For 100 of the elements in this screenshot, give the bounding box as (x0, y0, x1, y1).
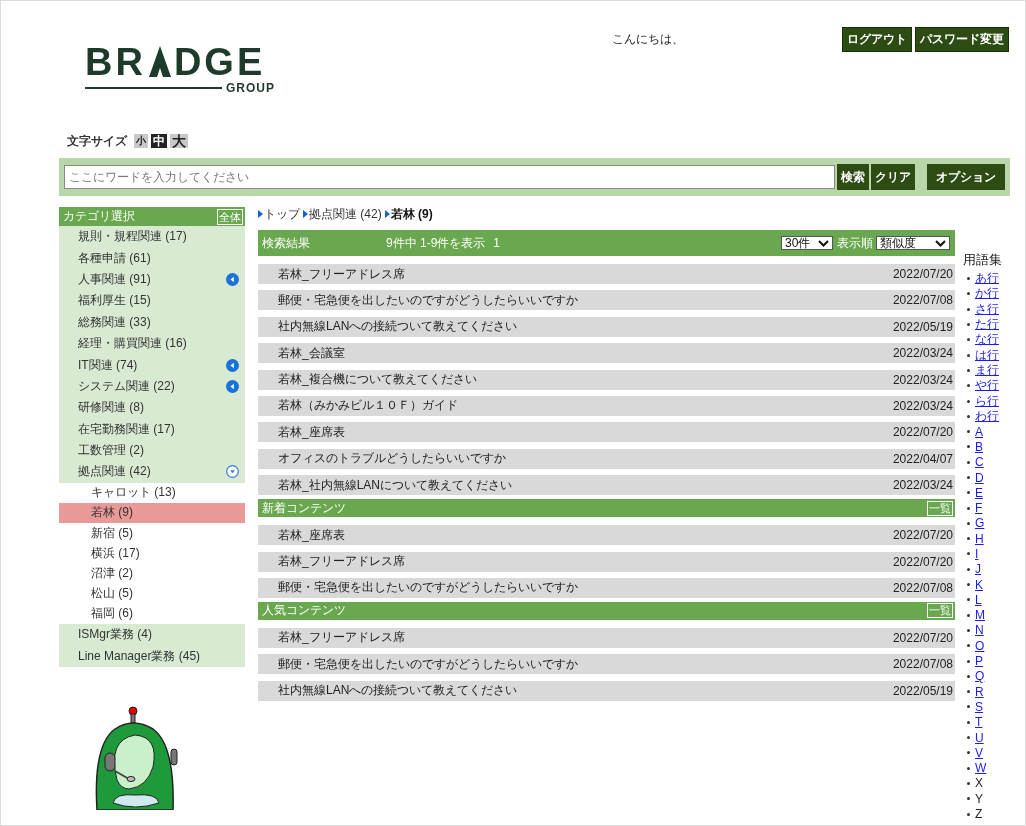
result-row[interactable]: 若林_フリーアドレス席 2022/07/20 (258, 551, 955, 572)
result-row[interactable]: 若林_会議室 2022/03/24 (258, 343, 955, 364)
category-label: 人事関連 (91) (78, 270, 151, 288)
font-size-option[interactable]: 小 (134, 134, 148, 148)
glossary-link[interactable]: た行 (975, 316, 999, 334)
glossary-link[interactable]: K (975, 577, 983, 592)
result-row[interactable]: 社内無線LANへの接続ついて教えてください 2022/05/19 (258, 680, 955, 701)
category-item[interactable]: 拠点関連 (42) (59, 461, 245, 483)
glossary-link[interactable]: わ行 (975, 407, 999, 425)
category-item[interactable]: ISMgr業務 (4) (59, 624, 245, 646)
subcategory-item[interactable]: 若林 (9) (59, 502, 245, 524)
glossary-link[interactable]: ま行 (975, 361, 999, 379)
glossary-link[interactable]: J (975, 562, 981, 577)
glossary-link[interactable]: か行 (975, 285, 999, 303)
glossary-link[interactable]: は行 (975, 346, 999, 364)
glossary-link[interactable]: L (975, 592, 982, 607)
result-row[interactable]: 郵便・宅急便を出したいのですがどうしたらいいですか 2022/07/08 (258, 577, 955, 598)
glossary-link[interactable]: B (975, 439, 983, 454)
glossary-link[interactable]: F (975, 501, 983, 516)
glossary-link[interactable]: や行 (975, 377, 999, 395)
category-item[interactable]: システム関連 (22) (59, 375, 245, 398)
expand-toggle-icon[interactable] (226, 358, 239, 372)
glossary-link[interactable]: R (975, 684, 984, 699)
row-date: 2022/04/07 (892, 451, 953, 466)
greeting-text: こんにちは、 (612, 30, 684, 48)
font-size-label: 文字サイズ (67, 132, 127, 150)
row-date: 2022/07/20 (892, 425, 953, 440)
row-date: 2022/03/24 (892, 478, 953, 493)
font-size-option[interactable]: 大 (170, 134, 188, 148)
sort-select[interactable]: 類似度 (876, 236, 950, 250)
category-item[interactable]: 経理・購買関連 (16) (59, 332, 245, 355)
result-row[interactable]: 若林_フリーアドレス席 2022/07/20 (258, 264, 955, 284)
result-row[interactable]: 郵便・宅急便を出したいのですがどうしたらいいですか 2022/07/08 (258, 290, 955, 311)
glossary-link[interactable]: S (975, 699, 983, 714)
breadcrumb-link[interactable]: 拠点関連 (42) (309, 205, 382, 223)
results-summary: 9件中 1-9件を表示 (386, 234, 486, 252)
glossary-link[interactable]: な行 (975, 331, 999, 349)
glossary-item: Z (975, 807, 983, 822)
glossary-link[interactable]: G (975, 516, 985, 531)
category-label: IT関連 (74) (78, 356, 138, 374)
glossary-link[interactable]: M (975, 608, 985, 623)
result-row[interactable]: 若林_座席表 2022/07/20 (258, 422, 955, 443)
glossary-link[interactable]: E (975, 485, 983, 500)
header-button[interactable]: ログアウト (842, 26, 912, 52)
glossary-link[interactable]: P (975, 654, 983, 669)
glossary-link[interactable]: W (975, 761, 987, 776)
category-item[interactable]: 在宅勤務関連 (17) (59, 418, 245, 440)
search-bar-button[interactable]: クリア (871, 164, 915, 190)
font-size-option[interactable]: 中 (151, 134, 167, 148)
row-date: 2022/05/19 (892, 683, 953, 698)
row-date: 2022/03/24 (892, 346, 953, 361)
result-row[interactable]: オフィスのトラブルどうしたらいいですか 2022/04/07 (258, 448, 955, 469)
category-item[interactable]: 各種申請 (61) (59, 247, 245, 269)
result-row[interactable]: 若林_複合機について教えてください 2022/03/24 (258, 369, 955, 390)
glossary-link[interactable]: さ行 (975, 300, 999, 318)
expand-toggle-icon[interactable] (226, 272, 239, 286)
glossary-link[interactable]: I (975, 547, 979, 561)
glossary-link[interactable]: N (975, 623, 984, 638)
header-button[interactable]: パスワード変更 (915, 26, 1009, 52)
category-item[interactable]: 人事関連 (91) (59, 268, 245, 291)
category-item[interactable]: 規則・規程関連 (17) (59, 226, 245, 248)
category-label: システム関連 (22) (78, 377, 175, 395)
glossary-link[interactable]: ら行 (975, 392, 999, 410)
row-date: 2022/07/20 (892, 267, 953, 281)
glossary-item: X (975, 776, 983, 791)
category-item[interactable]: IT関連 (74) (59, 354, 245, 376)
glossary-link[interactable]: Q (975, 669, 985, 684)
glossary-link[interactable]: U (975, 730, 984, 745)
glossary-link[interactable]: A (975, 424, 983, 439)
glossary-link[interactable]: C (975, 455, 984, 470)
search-field[interactable]: ここにワードを入力してください (64, 165, 835, 189)
result-row[interactable]: 若林_社内無線LANについて教えてください 2022/03/24 (258, 475, 955, 496)
search-bar-button[interactable]: 検索 (837, 164, 869, 190)
expand-toggle-icon[interactable] (226, 379, 239, 393)
glossary-link[interactable]: あ行 (975, 270, 999, 288)
result-row[interactable]: 若林_座席表 2022/07/20 (258, 525, 955, 546)
result-row[interactable]: 若林_フリーアドレス席 2022/07/20 (258, 627, 955, 648)
glossary-link[interactable]: O (975, 638, 985, 653)
result-row[interactable]: 郵便・宅急便を出したいのですがどうしたらいいですか 2022/07/08 (258, 654, 955, 675)
row-title: 若林（みかみビル１０Ｆ）ガイド (278, 397, 458, 415)
row-title: 若林_会議室 (278, 344, 345, 362)
option-button[interactable]: オプション (927, 164, 1005, 190)
category-item[interactable]: 工数管理 (2) (59, 439, 245, 462)
per-page-select[interactable]: 30件 (781, 236, 833, 250)
category-item[interactable]: Line Manager業務 (45) (59, 645, 245, 667)
triangle-icon (258, 210, 263, 218)
glossary-link[interactable]: V (975, 745, 983, 760)
category-item[interactable]: 福利厚生 (15) (59, 290, 245, 312)
glossary-link[interactable]: H (975, 531, 984, 546)
glossary-link[interactable]: D (975, 470, 984, 485)
glossary-link[interactable]: T (975, 715, 983, 730)
result-row[interactable]: 若林（みかみビル１０Ｆ）ガイド 2022/03/24 (258, 395, 955, 416)
collapse-toggle-icon[interactable] (226, 465, 239, 479)
result-row[interactable]: 社内無線LANへの接続ついて教えてください 2022/05/19 (258, 316, 955, 337)
category-label: 在宅勤務関連 (17) (78, 420, 175, 438)
logo-subtitle: GROUP (226, 81, 275, 95)
breadcrumb-link[interactable]: トップ (264, 205, 300, 223)
category-item[interactable]: 総務関連 (33) (59, 311, 245, 333)
category-item[interactable]: 研修関連 (8) (59, 397, 245, 419)
logo-text: BR (85, 45, 146, 79)
